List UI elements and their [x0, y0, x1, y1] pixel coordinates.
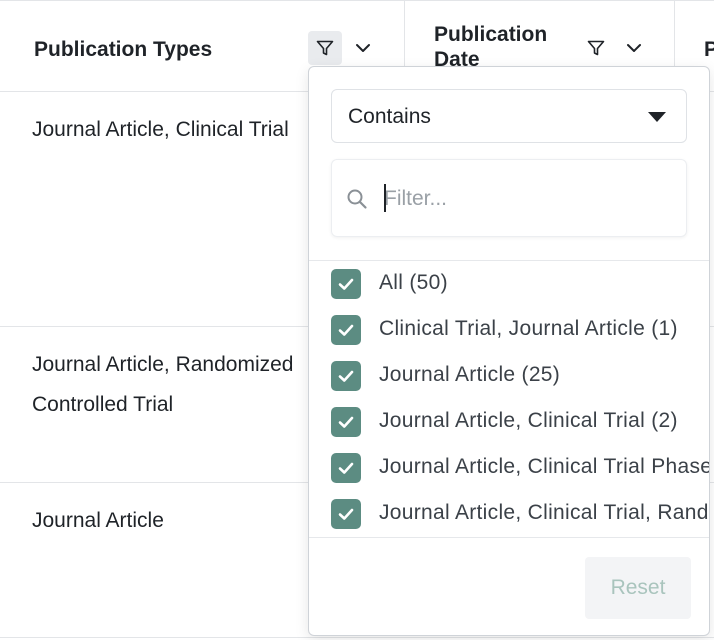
- caret-down-icon: [648, 112, 666, 122]
- text-cursor: [384, 184, 386, 212]
- checkmark-icon: [338, 278, 354, 290]
- filter-option[interactable]: Clinical Trial, Journal Article (1): [331, 307, 709, 353]
- filter-option-label: All (50): [379, 271, 448, 294]
- divider: [309, 537, 709, 538]
- publication-types-cell: Journal Article, Randomized Controlled T…: [32, 353, 294, 416]
- checkbox[interactable]: [331, 453, 361, 483]
- checkbox[interactable]: [331, 315, 361, 345]
- filter-option[interactable]: Journal Article, Clinical Trial, Randomi…: [331, 491, 709, 537]
- filter-option-label: Journal Article, Clinical Trial, Randomi…: [379, 501, 709, 524]
- checkmark-icon: [338, 324, 354, 336]
- checkmark-icon: [338, 508, 354, 520]
- filter-option-all[interactable]: All (50): [331, 261, 709, 307]
- checkbox[interactable]: [331, 499, 361, 529]
- reset-button[interactable]: Reset: [585, 557, 691, 619]
- checkbox[interactable]: [331, 269, 361, 299]
- column-menu-button[interactable]: [346, 31, 380, 65]
- funnel-icon: [316, 40, 334, 56]
- filter-value-list[interactable]: All (50) Clinical Trial, Journal Article…: [309, 261, 710, 537]
- column-title: Publication Types: [34, 38, 213, 61]
- filter-option-label: Clinical Trial, Journal Article (1): [379, 317, 678, 340]
- publication-types-cell: Journal Article, Clinical Trial: [32, 118, 289, 141]
- filter-option[interactable]: Journal Article (25): [331, 353, 709, 399]
- filter-operator-value: Contains: [348, 105, 431, 128]
- filter-search-box[interactable]: [331, 159, 687, 237]
- filter-option[interactable]: Journal Article, Clinical Trial Phase: [331, 445, 710, 491]
- filter-option[interactable]: Journal Article, Clinical Trial (2): [331, 399, 709, 445]
- checkmark-icon: [338, 462, 354, 474]
- column-menu-button[interactable]: [617, 31, 651, 65]
- checkbox[interactable]: [331, 361, 361, 391]
- funnel-icon: [587, 40, 605, 56]
- column-filter-button[interactable]: [579, 31, 613, 65]
- chevron-down-icon: [627, 44, 641, 52]
- filter-option-label: Journal Article, Clinical Trial Phase: [379, 455, 710, 478]
- filter-operator-select[interactable]: Contains: [331, 89, 687, 143]
- filter-option-label: Journal Article, Clinical Trial (2): [379, 409, 678, 432]
- filter-search-input[interactable]: [384, 182, 674, 216]
- publication-types-cell: Journal Article: [32, 509, 164, 532]
- search-icon: [347, 189, 367, 209]
- column-filter-button[interactable]: [308, 31, 342, 65]
- column-title: P: [704, 37, 714, 62]
- checkmark-icon: [338, 416, 354, 428]
- chevron-down-icon: [356, 44, 370, 52]
- checkmark-icon: [338, 370, 354, 382]
- column-title: Publication Date: [434, 23, 548, 70]
- checkbox[interactable]: [331, 407, 361, 437]
- filter-option-label: Journal Article (25): [379, 363, 561, 386]
- column-filter-popup: Contains All (50) Clinical Trial, Journa…: [308, 66, 710, 636]
